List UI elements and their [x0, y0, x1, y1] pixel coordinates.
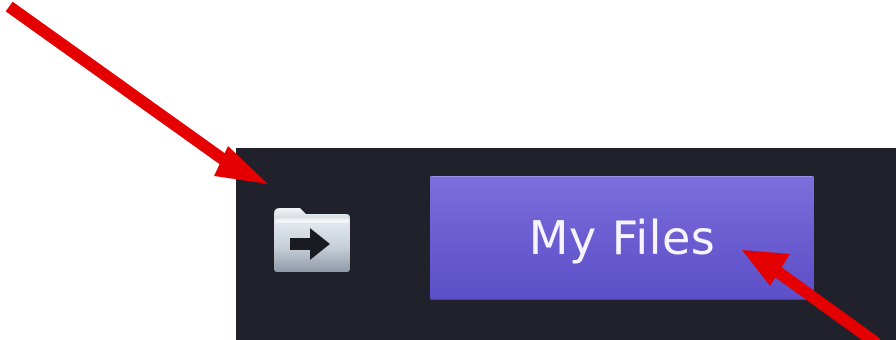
my-files-button[interactable]: My Files: [430, 176, 814, 300]
red-arrow-icon: [5, 1, 268, 184]
folder-arrow-icon[interactable]: [272, 204, 352, 274]
